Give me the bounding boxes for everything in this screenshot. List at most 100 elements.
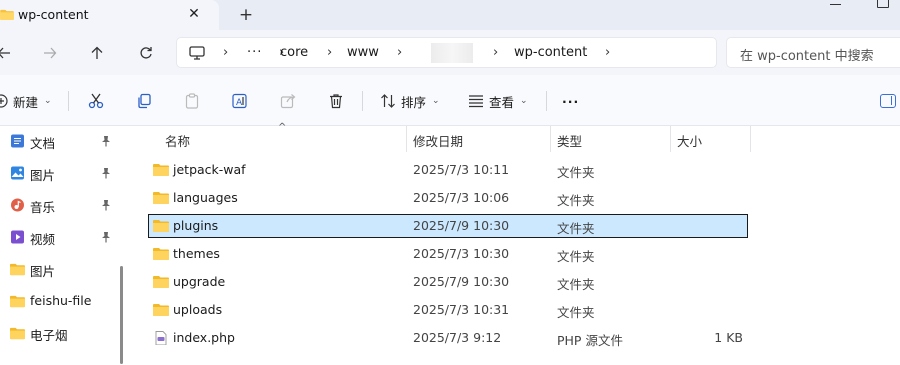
breadcrumb-wp-content[interactable]: wp-content xyxy=(514,45,587,60)
paste-button[interactable] xyxy=(184,89,200,113)
rename-button[interactable]: A xyxy=(232,89,249,113)
copy-icon xyxy=(138,93,151,109)
column-header-name[interactable]: 名称 xyxy=(148,126,408,152)
sidebar-scrollbar[interactable] xyxy=(120,266,123,364)
file-name: languages xyxy=(173,190,238,205)
back-button[interactable] xyxy=(0,39,18,67)
column-header-modified[interactable]: 修改日期 xyxy=(407,126,550,152)
chevron-right-icon: › xyxy=(605,45,611,60)
file-name: uploads xyxy=(173,302,223,317)
file-row[interactable]: index.php 2025/7/3 9:12 PHP 源文件 1 KB xyxy=(148,326,748,350)
file-name: jetpack-waf xyxy=(173,162,246,177)
file-name: upgrade xyxy=(173,274,226,289)
folder-icon xyxy=(153,304,169,316)
sidebar-item-videos[interactable]: 视频 xyxy=(0,224,120,250)
column-header-size[interactable]: 大小 xyxy=(671,126,750,152)
chevron-down-icon: ⌄ xyxy=(520,96,528,106)
file-type: PHP 源文件 xyxy=(557,333,623,348)
file-name: themes xyxy=(173,246,220,261)
sidebar-item-feishu-file[interactable]: feishu-file xyxy=(0,288,120,314)
maximize-button[interactable] xyxy=(877,0,889,8)
sort-button[interactable]: 排序 ⌄ xyxy=(380,89,440,113)
redacted-breadcrumb xyxy=(431,43,473,63)
minimize-button[interactable] xyxy=(826,0,846,10)
tab-wp-content[interactable]: wp-content ✕ xyxy=(0,0,219,30)
arrow-up-icon xyxy=(91,46,103,59)
php-file-icon xyxy=(155,331,167,345)
new-tab-button[interactable]: + xyxy=(235,4,257,26)
computer-icon xyxy=(189,46,205,60)
file-modified: 2025/7/3 10:06 xyxy=(413,190,510,205)
folder-icon xyxy=(153,192,169,204)
file-modified: 2025/7/9 10:30 xyxy=(413,218,510,233)
search-input[interactable]: 在 wp-content 中搜索 xyxy=(740,45,874,64)
file-type: 文件夹 xyxy=(557,305,595,320)
arrow-right-icon xyxy=(44,47,57,59)
file-type: 文件夹 xyxy=(557,221,595,236)
column-header-type[interactable]: 类型 xyxy=(551,126,669,152)
breadcrumb-overflow[interactable]: ··· xyxy=(247,45,262,60)
sidebar-item-e-cigarette[interactable]: 电子烟 xyxy=(0,320,120,346)
folder-icon xyxy=(153,248,169,260)
delete-button[interactable] xyxy=(328,89,344,113)
details-pane-icon[interactable] xyxy=(880,94,896,108)
sidebar-item-label: feishu-file xyxy=(30,293,92,308)
view-button[interactable]: 查看 ⌄ xyxy=(468,89,528,113)
sidebar-item-label: 电子烟 xyxy=(30,328,68,343)
divider xyxy=(362,91,363,111)
folder-icon xyxy=(153,220,169,232)
column-header-label: 大小 xyxy=(677,134,703,149)
file-row[interactable]: languages 2025/7/3 10:06 文件夹 xyxy=(148,186,748,210)
forward-button[interactable] xyxy=(36,39,64,67)
chevron-right-icon: › xyxy=(397,45,403,60)
videos-icon xyxy=(11,230,24,244)
file-type: 文件夹 xyxy=(557,165,595,180)
file-modified: 2025/7/3 9:12 xyxy=(413,330,502,345)
pin-icon xyxy=(102,232,110,243)
share-button[interactable] xyxy=(280,89,296,113)
breadcrumb-core[interactable]: core xyxy=(280,45,308,60)
sidebar-item-pictures-folder[interactable]: 图片 xyxy=(0,256,120,282)
view-button-label: 查看 xyxy=(489,94,515,110)
folder-icon xyxy=(10,263,25,276)
folder-icon xyxy=(0,9,14,20)
file-row[interactable]: plugins 2025/7/9 10:30 文件夹 xyxy=(148,214,748,238)
clipboard-icon xyxy=(185,93,199,109)
up-button[interactable] xyxy=(83,39,111,67)
chevron-down-icon: ⌄ xyxy=(432,96,440,106)
view-list-icon xyxy=(469,95,483,108)
file-name: index.php xyxy=(173,330,235,345)
file-row[interactable]: uploads 2025/7/3 10:31 文件夹 xyxy=(148,298,748,322)
file-row[interactable]: upgrade 2025/7/9 10:30 文件夹 xyxy=(148,270,748,294)
more-options-button[interactable]: ··· xyxy=(562,89,579,113)
music-icon xyxy=(11,198,24,212)
folder-icon xyxy=(153,276,169,288)
sidebar-item-pictures[interactable]: 图片 xyxy=(0,160,120,186)
navigation-pane: 文档 图片 音乐 视频 图片 feishu-file 电子烟 xyxy=(0,126,130,365)
chevron-right-icon: › xyxy=(327,45,333,60)
close-icon[interactable]: ✕ xyxy=(185,5,203,23)
search-box[interactable]: 在 wp-content 中搜索 xyxy=(726,37,900,68)
refresh-button[interactable] xyxy=(132,39,160,67)
file-modified: 2025/7/3 10:30 xyxy=(413,246,510,261)
file-row[interactable]: jetpack-waf 2025/7/3 10:11 文件夹 xyxy=(148,158,748,182)
file-row[interactable]: themes 2025/7/3 10:30 文件夹 xyxy=(148,242,748,266)
cut-button[interactable] xyxy=(88,89,104,113)
pin-icon xyxy=(102,168,110,179)
trash-icon xyxy=(330,94,342,109)
sidebar-item-label: 图片 xyxy=(30,264,56,279)
copy-button[interactable] xyxy=(136,89,152,113)
file-modified: 2025/7/3 10:31 xyxy=(413,302,510,317)
file-name: plugins xyxy=(173,218,219,233)
sidebar-item-documents[interactable]: 文档 xyxy=(0,128,120,154)
tab-title: wp-content xyxy=(18,7,89,22)
breadcrumb-www[interactable]: www xyxy=(347,45,379,60)
file-type: 文件夹 xyxy=(557,193,595,208)
column-divider[interactable] xyxy=(750,126,751,152)
column-header-label: 修改日期 xyxy=(413,134,464,149)
sidebar-item-music[interactable]: 音乐 xyxy=(0,192,120,218)
more-icon: ··· xyxy=(562,93,580,109)
address-bar[interactable]: › ··· › core › www › › wp-content › xyxy=(176,37,717,68)
refresh-icon xyxy=(140,47,152,59)
new-button[interactable]: 新建 ⌄ xyxy=(0,89,52,113)
